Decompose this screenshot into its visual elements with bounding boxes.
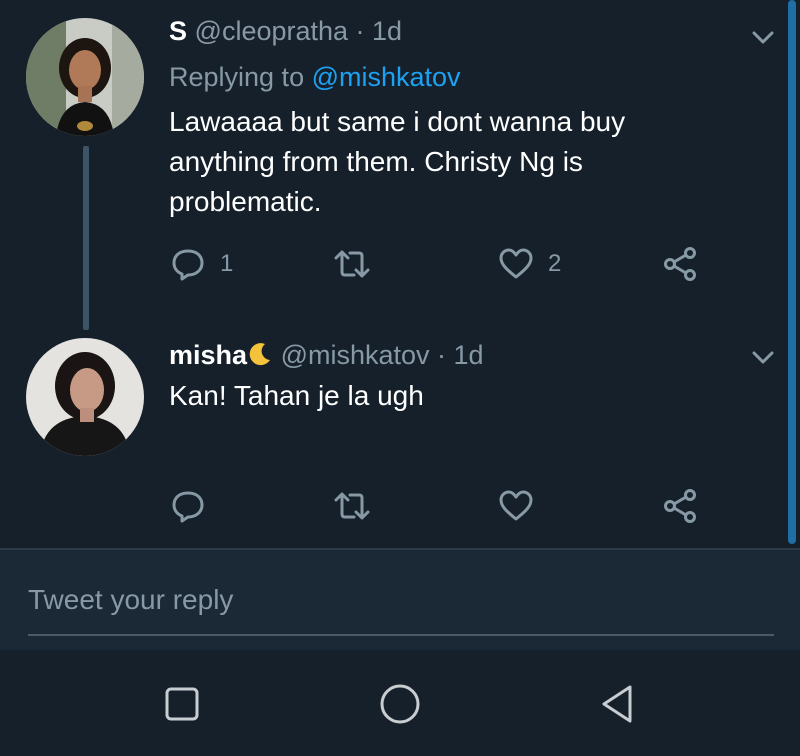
share-icon	[664, 489, 696, 523]
like-button[interactable]: 2	[498, 244, 561, 284]
reply-icon	[172, 249, 204, 281]
scrollbar[interactable]	[788, 0, 796, 544]
system-navigation-bar	[0, 650, 800, 756]
avatar-image	[26, 18, 144, 136]
back-icon[interactable]	[596, 682, 640, 726]
heart-icon	[499, 490, 533, 521]
replying-to-label: Replying to	[169, 62, 305, 92]
like-count: 2	[548, 250, 562, 277]
replying-to: Replying to @mishkatov	[169, 62, 461, 93]
tweet-text: Lawaaaa but same i dont wanna buy anythi…	[169, 106, 626, 217]
reply-composer[interactable]: Tweet your reply	[0, 550, 800, 650]
reply-icon	[172, 491, 204, 523]
chevron-down-icon[interactable]	[748, 342, 778, 372]
reply-button[interactable]	[170, 486, 206, 526]
retweet-icon	[334, 492, 370, 520]
timestamp: · 1d	[437, 340, 484, 370]
retweet-button[interactable]	[332, 486, 372, 526]
tweet-1[interactable]: S @cleopratha · 1d Replying to @mishkato…	[0, 0, 800, 330]
avatar-image	[26, 338, 144, 456]
thread-connector-line	[83, 146, 89, 330]
crescent-moon-icon	[249, 343, 271, 366]
user-handle[interactable]: @cleopratha	[195, 16, 349, 46]
user-handle[interactable]: @mishkatov	[281, 340, 430, 370]
retweet-button[interactable]	[332, 244, 372, 284]
tweet-header: S @cleopratha · 1d	[169, 16, 402, 47]
tweet-text: Kan! Tahan je la ugh	[169, 380, 424, 411]
display-name[interactable]: S	[169, 16, 187, 46]
avatar-cleopratha[interactable]	[26, 18, 144, 136]
avatar-mishkatov[interactable]	[26, 338, 144, 456]
recent-apps-icon[interactable]	[160, 682, 204, 726]
share-button[interactable]	[662, 486, 698, 526]
share-button[interactable]	[662, 244, 698, 284]
reply-input[interactable]: Tweet your reply	[28, 584, 233, 616]
chevron-down-icon[interactable]	[748, 22, 778, 52]
replying-to-handle[interactable]: @mishkatov	[312, 62, 461, 92]
reply-button[interactable]: 1	[170, 244, 233, 284]
heart-icon	[499, 248, 533, 279]
input-underline	[28, 634, 774, 636]
tweet-header: misha @mishkatov · 1d	[169, 340, 484, 371]
reply-count: 1	[220, 250, 234, 277]
like-button[interactable]	[498, 486, 534, 526]
home-icon[interactable]	[378, 682, 422, 726]
timestamp: · 1d	[355, 16, 403, 46]
retweet-icon	[334, 250, 370, 278]
display-name[interactable]: misha	[169, 340, 247, 370]
share-icon	[664, 247, 696, 281]
tweet-2[interactable]: misha @mishkatov · 1d Kan! Tahan je la u…	[0, 330, 800, 546]
